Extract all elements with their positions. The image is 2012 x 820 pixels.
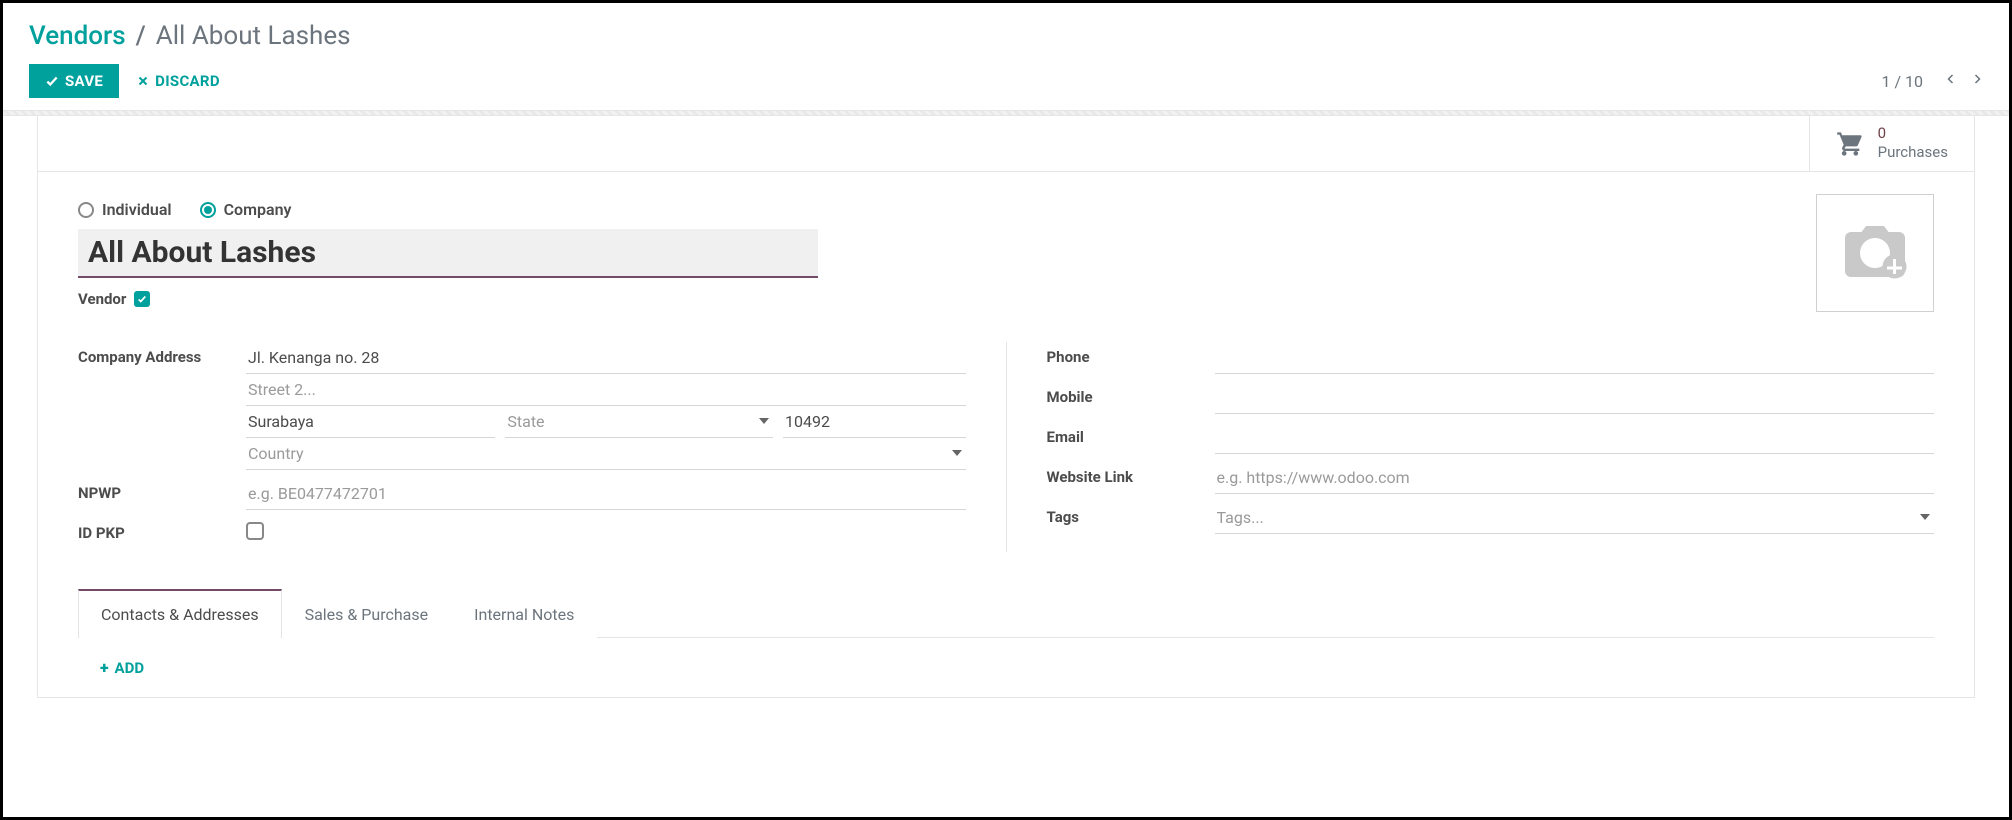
save-button[interactable]: SAVE bbox=[29, 64, 119, 98]
pager-next-button[interactable] bbox=[1971, 70, 1983, 92]
label-phone: Phone bbox=[1047, 342, 1215, 366]
breadcrumb-current: All About Lashes bbox=[156, 21, 351, 52]
mobile-input[interactable] bbox=[1215, 382, 1935, 414]
label-idpkp: ID PKP bbox=[78, 518, 246, 542]
country-select[interactable] bbox=[246, 438, 966, 470]
radio-individual-label: Individual bbox=[102, 200, 172, 219]
label-email: Email bbox=[1047, 422, 1215, 446]
vendor-checkbox[interactable] bbox=[134, 291, 150, 307]
radio-company[interactable]: Company bbox=[200, 200, 292, 219]
stat-purchases-count: 0 bbox=[1878, 126, 1948, 141]
column-divider bbox=[1006, 342, 1007, 552]
label-tags: Tags bbox=[1047, 502, 1215, 526]
email-input[interactable] bbox=[1215, 422, 1935, 454]
check-icon bbox=[137, 294, 147, 304]
radio-circle-icon bbox=[78, 202, 94, 218]
zip-input[interactable] bbox=[783, 406, 965, 438]
save-button-label: SAVE bbox=[65, 72, 103, 90]
name-input[interactable] bbox=[78, 229, 818, 278]
radio-circle-checked-icon bbox=[200, 202, 216, 218]
check-icon bbox=[45, 74, 59, 88]
street-input[interactable] bbox=[246, 342, 966, 374]
phone-input[interactable] bbox=[1215, 342, 1935, 374]
radio-individual[interactable]: Individual bbox=[78, 200, 172, 219]
tab-sales-purchase[interactable]: Sales & Purchase bbox=[282, 590, 452, 638]
discard-button-label: DISCARD bbox=[155, 72, 220, 90]
idpkp-checkbox[interactable] bbox=[246, 522, 264, 540]
street2-input[interactable] bbox=[246, 374, 966, 406]
plus-icon: + bbox=[100, 658, 109, 677]
label-npwp: NPWP bbox=[78, 478, 246, 502]
npwp-input[interactable] bbox=[246, 478, 966, 510]
breadcrumb: Vendors / All About Lashes bbox=[29, 21, 1983, 52]
website-input[interactable] bbox=[1215, 462, 1935, 494]
cart-icon bbox=[1836, 130, 1864, 158]
breadcrumb-separator: / bbox=[136, 21, 146, 52]
add-contact-label: ADD bbox=[115, 659, 145, 677]
close-icon bbox=[137, 75, 149, 87]
stat-purchases-label: Purchases bbox=[1878, 143, 1948, 161]
vendor-label: Vendor bbox=[78, 290, 126, 308]
tab-internal-notes[interactable]: Internal Notes bbox=[451, 590, 597, 638]
discard-button[interactable]: DISCARD bbox=[137, 72, 220, 90]
state-select[interactable] bbox=[505, 406, 773, 438]
label-mobile: Mobile bbox=[1047, 382, 1215, 406]
tab-contacts[interactable]: Contacts & Addresses bbox=[78, 589, 282, 638]
camera-plus-icon bbox=[1839, 217, 1911, 289]
stat-purchases-button[interactable]: 0 Purchases bbox=[1809, 116, 1974, 171]
image-upload[interactable] bbox=[1816, 194, 1934, 312]
tags-select[interactable] bbox=[1215, 502, 1935, 534]
add-contact-button[interactable]: + ADD bbox=[100, 658, 144, 677]
label-website: Website Link bbox=[1047, 462, 1215, 486]
chevron-left-icon bbox=[1945, 70, 1957, 88]
pager-position: 1 / 10 bbox=[1881, 72, 1923, 91]
label-company-address: Company Address bbox=[78, 342, 246, 366]
chevron-right-icon bbox=[1971, 70, 1983, 88]
city-input[interactable] bbox=[246, 406, 495, 438]
breadcrumb-root-link[interactable]: Vendors bbox=[29, 21, 126, 52]
pager-prev-button[interactable] bbox=[1945, 70, 1957, 92]
radio-company-label: Company bbox=[224, 200, 292, 219]
